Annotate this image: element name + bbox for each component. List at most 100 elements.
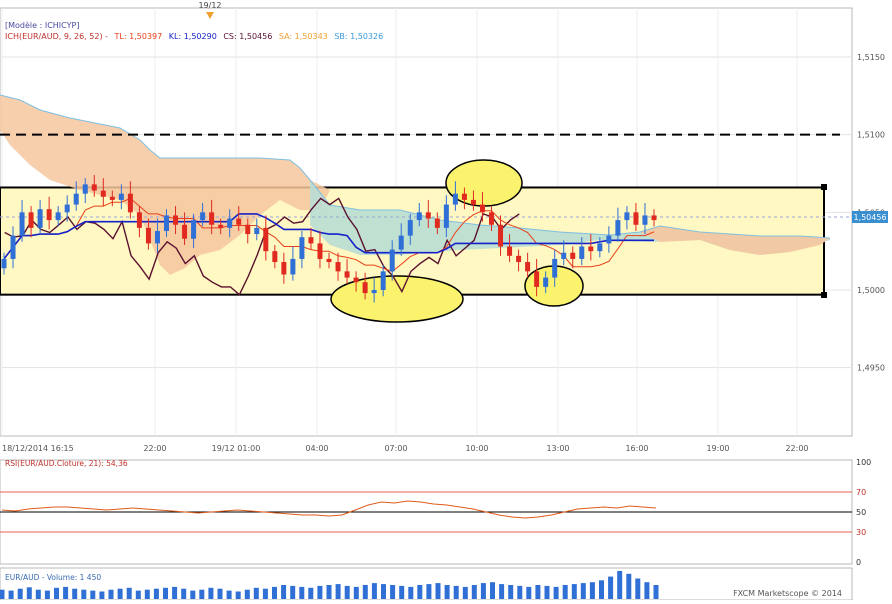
rsi-tick-label: 50 xyxy=(856,508,866,517)
volume-bar xyxy=(90,590,96,599)
kl-value: KL: 1,50290 xyxy=(169,32,217,41)
candle-body xyxy=(362,282,368,294)
candle-body xyxy=(91,184,97,191)
time-tick-label: 22:00 xyxy=(143,444,166,453)
candle-body xyxy=(651,215,657,221)
candle-body xyxy=(236,218,242,225)
candle-body xyxy=(254,227,260,235)
volume-bar xyxy=(144,589,150,599)
candle-body xyxy=(498,224,504,247)
candle-body xyxy=(452,193,458,205)
volume-bar xyxy=(562,585,568,599)
candle-body xyxy=(200,212,206,221)
volume-bar xyxy=(126,587,132,599)
candle-body xyxy=(109,196,115,200)
channel-handle-bottom[interactable] xyxy=(821,292,827,298)
volume-bar xyxy=(199,589,205,599)
candle-body xyxy=(28,212,34,228)
volume-bar xyxy=(63,586,69,599)
ichimoku-legend: ICH(EUR/AUD, 9, 26, 52) - TL: 1,50397 KL… xyxy=(5,32,383,41)
time-tick-label: 13:00 xyxy=(546,444,569,453)
candle-body xyxy=(525,262,531,272)
time-tick-label: 22:00 xyxy=(785,444,808,453)
volume-bar xyxy=(408,586,414,599)
candle-body xyxy=(489,212,494,225)
rsi-tick-label: 100 xyxy=(856,458,871,467)
sb-value: SB: 1,50326 xyxy=(334,32,383,41)
candle-body xyxy=(534,271,540,287)
current-price-label: 1,50456 xyxy=(853,213,886,222)
rsi-tick-label: 30 xyxy=(856,528,866,537)
candle-body xyxy=(344,271,350,278)
volume-bar xyxy=(353,586,359,599)
volume-bar xyxy=(308,587,314,599)
time-tick-label: 19/12 01:00 xyxy=(212,444,261,453)
volume-bar xyxy=(153,588,159,599)
volume-bar xyxy=(517,585,523,599)
volume-bar xyxy=(381,584,386,599)
candle-body xyxy=(588,246,594,252)
volume-bar xyxy=(589,582,595,599)
candle-body xyxy=(380,271,386,290)
volume-bar xyxy=(490,582,495,599)
candle-body xyxy=(606,235,612,244)
candle-body xyxy=(19,212,25,236)
candle-body xyxy=(46,209,52,221)
volume-bar xyxy=(599,580,604,599)
volume-bar xyxy=(262,588,268,599)
volume-bar xyxy=(117,588,123,599)
ichimoku-name: ICH(EUR/AUD, 9, 26, 52) - xyxy=(5,32,108,41)
candle-body xyxy=(182,224,188,239)
volume-bar xyxy=(81,589,87,599)
volume-bar xyxy=(471,585,477,599)
volume-bar xyxy=(508,585,514,599)
candle-body xyxy=(73,193,79,205)
candle-body xyxy=(597,243,603,252)
volume-bar xyxy=(644,582,650,599)
channel-handle-top[interactable] xyxy=(821,184,827,190)
volume-bar xyxy=(181,588,187,599)
volume-bar xyxy=(226,590,232,599)
volume-bar xyxy=(326,585,332,599)
volume-bar xyxy=(571,584,577,599)
candle-body xyxy=(209,212,215,225)
volume-bar xyxy=(335,584,341,599)
time-tick-label: 18/12/2014 16:15 xyxy=(2,444,74,453)
volume-bar xyxy=(35,589,41,599)
candle-body xyxy=(461,193,467,200)
cs-value: CS: 1,50456 xyxy=(223,32,272,41)
date-marker-label: 19/12 xyxy=(198,1,221,10)
volume-bar xyxy=(317,585,323,599)
volume-bar xyxy=(526,586,532,599)
volume-bar xyxy=(44,590,50,599)
price-tick-label: 1,5100 xyxy=(857,131,885,140)
volume-bar xyxy=(8,590,14,599)
volume-bar xyxy=(172,586,178,599)
volume-bar xyxy=(253,587,259,599)
chart-canvas[interactable]: 1,51501,51001,50501,50001,4950 1,50456 1… xyxy=(0,0,892,601)
candle-body xyxy=(516,255,522,263)
volume-bar xyxy=(299,586,305,599)
volume-bar xyxy=(535,585,541,599)
volume-bar xyxy=(553,586,559,599)
volume-bar xyxy=(399,585,405,599)
candle-body xyxy=(479,204,485,213)
tl-value: TL: 1,50397 xyxy=(114,32,163,41)
candle-body xyxy=(407,220,413,236)
volume-bar xyxy=(135,590,141,599)
candle-body xyxy=(308,237,314,244)
volume-bar xyxy=(462,586,468,599)
candle-body xyxy=(570,252,576,259)
candle-body xyxy=(317,243,323,259)
volume-bar xyxy=(290,585,296,599)
volume-bar xyxy=(281,585,287,599)
volume-bar xyxy=(272,586,277,599)
volume-bar xyxy=(426,584,432,599)
time-tick-label: 04:00 xyxy=(305,444,328,453)
volume-bar xyxy=(626,573,632,599)
candle-body xyxy=(263,227,269,252)
sa-value: SA: 1,50343 xyxy=(279,32,328,41)
candle-body xyxy=(154,230,160,244)
candle-body xyxy=(100,190,106,197)
candle-body xyxy=(136,212,142,228)
